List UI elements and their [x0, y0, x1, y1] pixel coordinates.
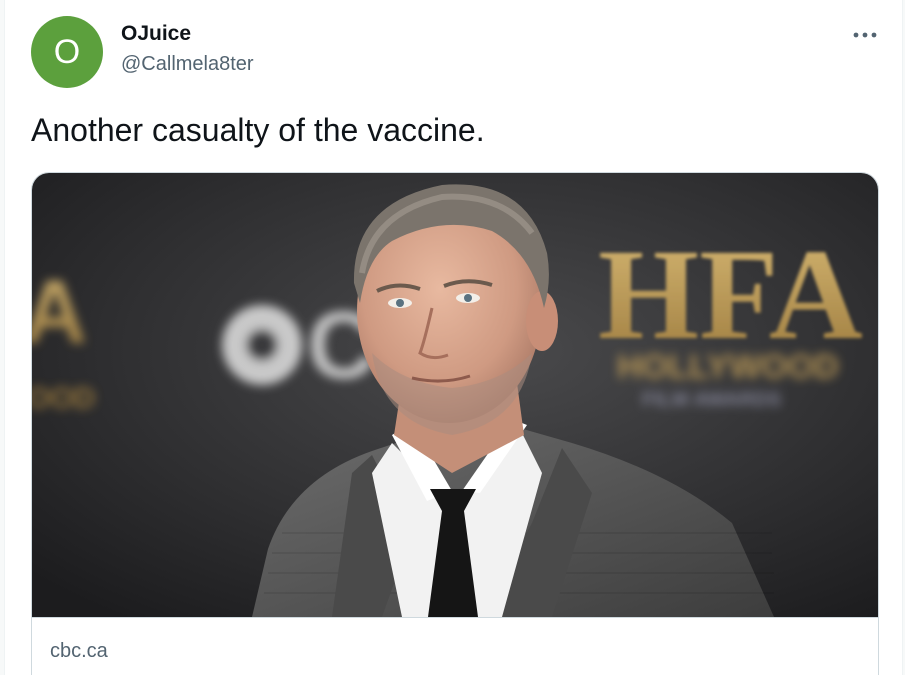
- more-options-button[interactable]: [843, 18, 887, 52]
- user-handle[interactable]: @Callmela8ter: [121, 53, 254, 76]
- svg-text:FILM AWARDS: FILM AWARDS: [642, 389, 781, 411]
- more-horizontal-icon: [853, 32, 877, 38]
- avatar[interactable]: O: [31, 16, 103, 88]
- svg-text:OOD: OOD: [32, 382, 95, 415]
- backdrop-hfa-logo: HFA: [598, 223, 863, 367]
- tweet-text: Another casualty of the vaccine.: [31, 112, 485, 148]
- tweet-container: O OJuice @Callmela8ter Another casualty …: [4, 0, 903, 675]
- link-card[interactable]: A OOD C HFA HOLLYWOOD FILM AWARDS: [31, 172, 879, 675]
- avatar-initial: O: [53, 32, 81, 71]
- card-footer[interactable]: cbc.ca: [32, 617, 878, 675]
- svg-text:A: A: [32, 263, 87, 363]
- svg-text:HOLLYWOOD: HOLLYWOOD: [617, 348, 839, 386]
- display-name[interactable]: OJuice: [121, 22, 191, 46]
- card-image[interactable]: A OOD C HFA HOLLYWOOD FILM AWARDS: [32, 173, 878, 617]
- card-domain[interactable]: cbc.ca: [50, 640, 108, 663]
